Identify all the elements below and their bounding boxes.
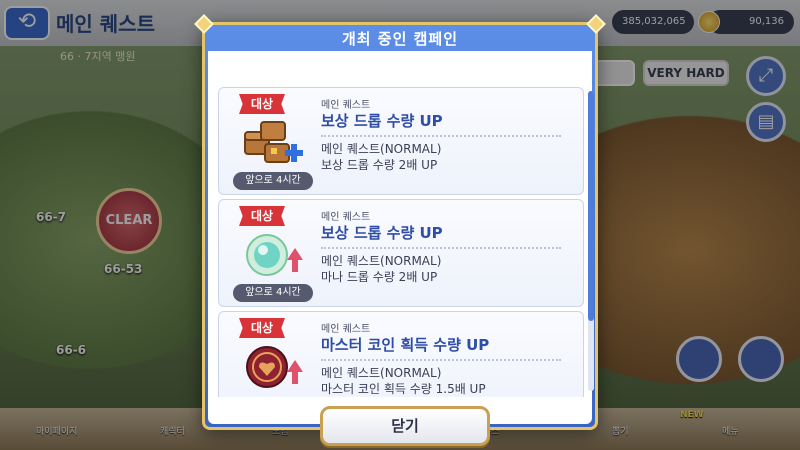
campaign-list[interactable]: 대상 앞으로 4시간 메인 퀘스트 보상 드롭 수량 UP 메인 퀘스트(NOR… bbox=[218, 87, 584, 397]
campaign-detail: 보상 드롭 수량 2배 UP bbox=[321, 158, 438, 172]
campaign-category: 메인 퀘스트 bbox=[321, 324, 371, 335]
time-remaining: 앞으로 4시간 bbox=[233, 284, 313, 302]
campaign-detail: 마스터 코인 획득 수량 1.5배 UP bbox=[321, 382, 486, 396]
time-remaining: 앞으로 4시간 bbox=[233, 172, 313, 190]
campaign-card: 대상 앞으로 4시간 메인 퀘스트 보상 드롭 수량 UP 메인 퀘스트(NOR… bbox=[218, 87, 584, 195]
campaign-category: 메인 퀘스트 bbox=[321, 100, 371, 111]
campaign-detail: 메인 퀘스트(NORMAL) bbox=[321, 366, 442, 380]
divider bbox=[321, 247, 561, 249]
dialog-body: 대상 앞으로 4시간 메인 퀘스트 보상 드롭 수량 UP 메인 퀘스트(NOR… bbox=[208, 51, 594, 446]
campaign-detail: 메인 퀘스트(NORMAL) bbox=[321, 254, 442, 268]
treasure-chest-plus-icon bbox=[241, 118, 305, 168]
campaign-dialog: 개최 중인 캠페인 대상 앞으로 4시간 메인 퀘스트 보상 드롭 수량 UP … bbox=[194, 14, 606, 446]
campaign-detail: 메인 퀘스트(NORMAL) bbox=[321, 142, 442, 156]
campaign-list-scrollbar[interactable] bbox=[588, 91, 594, 391]
campaign-category: 메인 퀘스트 bbox=[321, 212, 371, 223]
target-tag: 대상 bbox=[239, 206, 285, 226]
campaign-card: 대상 메인 퀘스트 마스터 코인 획득 수량 UP 메인 퀘스트(NORMAL)… bbox=[218, 311, 584, 397]
mana-orb-up-arrow-icon bbox=[241, 230, 305, 280]
campaign-title: 마스터 코인 획득 수량 UP bbox=[321, 336, 490, 354]
divider bbox=[321, 359, 561, 361]
master-coin-up-arrow-icon bbox=[241, 342, 305, 392]
target-tag: 대상 bbox=[239, 94, 285, 114]
campaign-card: 대상 앞으로 4시간 메인 퀘스트 보상 드롭 수량 UP 메인 퀘스트(NOR… bbox=[218, 199, 584, 307]
campaign-title: 보상 드롭 수량 UP bbox=[321, 224, 443, 242]
scrollbar-thumb[interactable] bbox=[588, 91, 594, 321]
target-tag: 대상 bbox=[239, 318, 285, 338]
divider bbox=[321, 135, 561, 137]
dialog-title: 개최 중인 캠페인 bbox=[341, 30, 459, 48]
campaign-detail: 마나 드롭 수량 2배 UP bbox=[321, 270, 438, 284]
campaign-title: 보상 드롭 수량 UP bbox=[321, 112, 443, 130]
close-button[interactable]: 닫기 bbox=[320, 406, 490, 446]
